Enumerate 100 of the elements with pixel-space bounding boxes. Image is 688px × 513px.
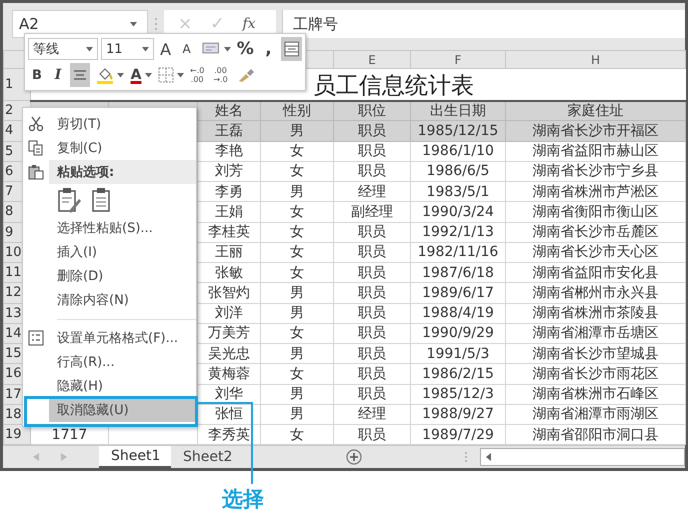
decimal-button[interactable]: .00 →.0 xyxy=(210,63,231,87)
table-cell: 黄梅蓉 xyxy=(208,366,250,382)
merge-cells-icon xyxy=(284,41,299,57)
table-cell: 湖南省湘潭市岳塘区 xyxy=(532,325,658,342)
sheet-tab[interactable]: Sheet2 xyxy=(171,446,244,468)
decimal-button[interactable]: ←.0 .00 xyxy=(187,63,208,87)
table-cell: 王磊 xyxy=(215,122,243,139)
table-cell: 刘洋 xyxy=(215,305,243,322)
menu-item[interactable]: 复制(C) xyxy=(49,136,196,160)
table-cell: 女 xyxy=(290,366,304,382)
table-cell: 1986/6/5 xyxy=(426,163,490,180)
table-cell: 湖南省郴州市永兴县 xyxy=(532,284,658,301)
column-header[interactable]: F xyxy=(410,50,506,68)
table-cell: 职员 xyxy=(358,143,386,160)
table-cell: 副经理 xyxy=(351,204,393,220)
table-cell: 刘华 xyxy=(215,386,243,402)
table-cell: 男 xyxy=(290,406,304,422)
table-cell: 1986/1/10 xyxy=(422,143,494,160)
table-cell: 李艳 xyxy=(215,143,243,160)
column-header[interactable]: H xyxy=(506,50,686,68)
table-cell: 女 xyxy=(290,224,304,240)
grip-icon xyxy=(154,16,158,32)
table-cell: 1990/9/29 xyxy=(422,325,494,342)
table-cell: 家庭住址 xyxy=(568,102,624,119)
table-cell: 1985/12/15 xyxy=(418,122,498,139)
table-cell: 湖南省长沙市宁乡县 xyxy=(532,163,658,180)
table-cell: 1986/2/15 xyxy=(422,366,494,382)
table-cell: 湖南省邵阳市洞口县 xyxy=(532,426,658,443)
table-cell: 湖南省长沙市岳麓区 xyxy=(532,224,658,240)
copy-icon xyxy=(28,140,44,156)
table-cell: 出生日期 xyxy=(430,102,486,119)
formula-field[interactable]: 工牌号 xyxy=(282,10,685,38)
table-cell: 1988/4/19 xyxy=(422,305,494,322)
bold-button[interactable]: B xyxy=(28,63,46,87)
table-cell: 1985/12/3 xyxy=(422,386,494,402)
menu-item[interactable]: 取消隐藏(U) xyxy=(49,398,196,422)
table-cell: 吴光忠 xyxy=(208,346,250,362)
horizontal-scrollbar[interactable] xyxy=(480,448,685,466)
annotation-label: 选择 xyxy=(222,487,264,512)
increase-font-button[interactable]: A xyxy=(156,37,175,61)
table-cell: 姓名 xyxy=(215,102,243,119)
scissors-icon xyxy=(28,116,44,132)
brush-icon xyxy=(236,67,255,83)
grip-icon xyxy=(464,451,468,464)
table-cell: 女 xyxy=(290,244,304,260)
dropdown-field[interactable]: 等线 xyxy=(28,38,98,60)
borders-icon xyxy=(158,67,174,83)
table-cell: 王丽 xyxy=(215,244,243,260)
add-sheet-icon[interactable] xyxy=(346,449,362,466)
table-cell: 湖南省株洲市茶陵县 xyxy=(532,305,658,322)
table-cell: 职员 xyxy=(358,346,386,362)
menu-item[interactable]: 隐藏(H) xyxy=(49,374,196,398)
paint-bucket-icon xyxy=(96,66,114,84)
merge-cells-button[interactable] xyxy=(280,37,302,61)
sheet-tab[interactable]: Sheet1 xyxy=(99,446,171,468)
table-cell: 职员 xyxy=(358,366,386,382)
menu-item[interactable]: 插入(I) xyxy=(49,240,196,264)
table-cell: 职员 xyxy=(358,284,386,301)
table-cell: 女 xyxy=(290,325,304,342)
table-cell: 职员 xyxy=(358,386,386,402)
table-cell: 女 xyxy=(290,264,304,281)
number-format-icon xyxy=(202,42,221,56)
sheet-title: 员工信息统计表 xyxy=(312,72,474,98)
table-cell: 1990/3/24 xyxy=(422,204,494,220)
align-center-button[interactable] xyxy=(70,63,90,87)
menu-item[interactable]: 删除(D) xyxy=(49,264,196,288)
menu-item[interactable]: 剪切(T) xyxy=(49,112,196,136)
menu-item[interactable]: 选择性粘贴(S)... xyxy=(49,216,196,240)
table-cell: 男 xyxy=(290,184,304,200)
table-cell: 1983/5/1 xyxy=(426,184,490,200)
table-cell: 职员 xyxy=(358,264,386,281)
caret-icon xyxy=(145,72,152,78)
table-cell: 湖南省长沙市雨花区 xyxy=(532,366,658,382)
table-cell: 1982/11/16 xyxy=(418,244,498,260)
table-cell: 性别 xyxy=(283,102,311,119)
table-cell: 职员 xyxy=(358,426,386,443)
insert-function-button[interactable]: fx xyxy=(238,16,260,32)
clipboard-icon[interactable] xyxy=(91,187,111,213)
scroll-left-icon[interactable] xyxy=(486,453,492,462)
table-cell: 1989/7/29 xyxy=(422,426,494,443)
table-cell: 湖南省湘潭市雨湖区 xyxy=(532,406,658,422)
paste-icon xyxy=(28,164,44,180)
italic-button[interactable]: I xyxy=(49,63,67,87)
menu-item[interactable]: 设置单元格格式(F)... xyxy=(49,326,196,350)
column-header[interactable]: E xyxy=(334,50,410,68)
menu-item[interactable]: 行高(R)... xyxy=(49,350,196,374)
toolbar-button[interactable]: , xyxy=(260,37,278,61)
table-cell: 经理 xyxy=(358,406,386,422)
row-number[interactable]: 1 xyxy=(5,77,14,92)
menu-item[interactable]: 清除内容(N) xyxy=(49,288,196,312)
decrease-font-button[interactable]: A xyxy=(178,37,196,61)
font-color-button[interactable]: A xyxy=(127,63,145,87)
dropdown-field[interactable]: 11 xyxy=(101,38,154,60)
clipboard-brush-icon[interactable] xyxy=(57,187,81,213)
format-cells-icon xyxy=(28,330,44,346)
table-cell: 张智灼 xyxy=(208,284,250,301)
table-cell: 张恒 xyxy=(215,406,243,422)
toolbar-button[interactable]: % xyxy=(234,37,256,61)
table-cell: 湖南省衡阳市衡山区 xyxy=(532,204,658,220)
table-cell: 男 xyxy=(290,122,304,139)
